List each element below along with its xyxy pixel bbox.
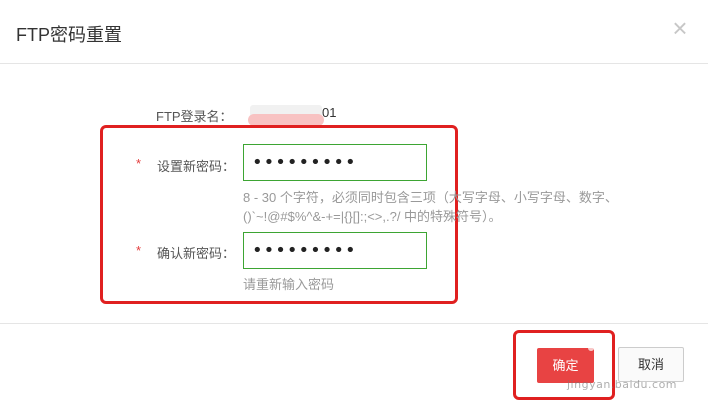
watermark-logo: ✿ jingyan.baidu.com	[567, 332, 677, 392]
login-name-label: FTP登录名：	[156, 109, 233, 124]
login-name-suffix: 01	[322, 105, 337, 120]
ftp-password-reset-dialog: FTP密码重置 × FTP登录名： s 01 * 设置新密码： ••••••••…	[0, 0, 708, 410]
new-password-label: 设置新密码：	[157, 159, 236, 174]
dialog-title: FTP密码重置	[16, 25, 122, 45]
confirm-password-hint: 请重新输入密码	[243, 277, 335, 292]
footer-divider	[0, 323, 708, 324]
password-hint-line2: ()`~!@#$%^&-+=|{}[]:;<>,.?/ 中的特殊符号）。	[243, 209, 502, 224]
required-mark: *	[136, 243, 142, 258]
confirm-password-label: 确认新密码：	[157, 246, 236, 261]
dialog-header: FTP密码重置 ×	[0, 0, 708, 64]
baidu-paw-icon: ✿	[585, 332, 604, 357]
required-mark: *	[136, 156, 142, 171]
close-icon[interactable]: ×	[668, 14, 692, 42]
new-password-input[interactable]: •••••••••	[243, 144, 427, 181]
password-hint-line1: 8 - 30 个字符，必须同时包含三项（大写字母、小写字母、数字、	[243, 190, 618, 205]
watermark-text: jingyan.baidu.com	[567, 378, 678, 391]
confirm-password-input[interactable]: •••••••••	[243, 232, 427, 269]
